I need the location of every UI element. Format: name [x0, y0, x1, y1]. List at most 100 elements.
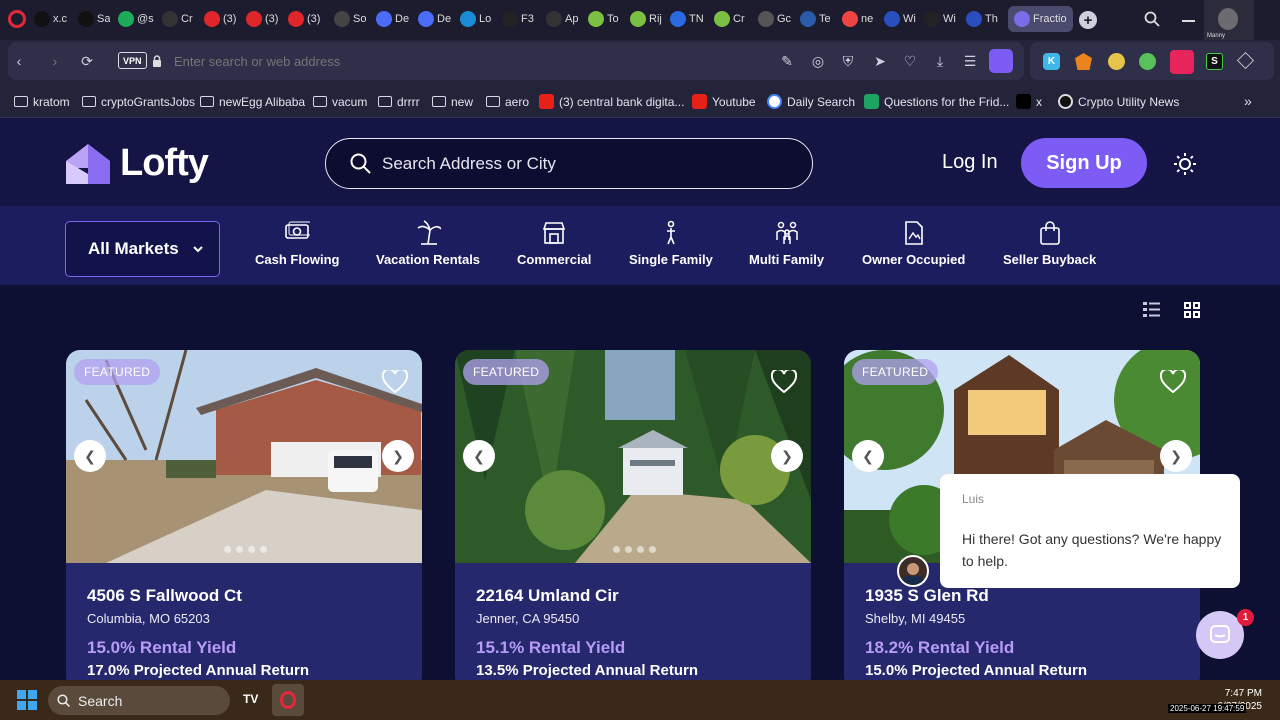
property-photo[interactable]: FEATURED ❮ ❯ — [66, 350, 422, 563]
camera-icon[interactable]: ◎ — [809, 52, 827, 70]
browser-tab[interactable]: @s — [118, 8, 154, 30]
download-icon[interactable]: ⤓ — [931, 52, 949, 70]
cube-extension-icon[interactable] — [1237, 52, 1254, 69]
next-photo-button[interactable]: ❯ — [1160, 440, 1192, 472]
browser-tab[interactable]: (3) — [288, 8, 320, 30]
browser-tab[interactable]: To — [588, 8, 619, 30]
browser-tab[interactable]: Cr — [162, 8, 193, 30]
address-search-box[interactable] — [325, 138, 813, 189]
bookmark-item[interactable]: aero — [486, 93, 529, 110]
bookmark-item[interactable]: newEgg Alibaba — [200, 93, 305, 110]
opera-taskbar-icon[interactable] — [272, 684, 304, 716]
browser-tab[interactable]: x.c — [34, 8, 67, 30]
site-logo-text[interactable]: Lofty — [120, 142, 209, 185]
address-input[interactable] — [174, 51, 734, 71]
browser-tab[interactable]: Fractio — [1008, 6, 1073, 32]
listing-address[interactable]: 1935 S Glen Rd — [865, 586, 989, 606]
browser-tab[interactable]: Ap — [546, 8, 578, 30]
send-icon[interactable]: ➤ — [871, 52, 889, 70]
metamask-icon[interactable] — [1075, 53, 1092, 70]
browser-tab[interactable]: Gc — [758, 8, 791, 30]
property-photo[interactable]: FEATURED ❮ ❯ — [455, 350, 811, 563]
heart-icon[interactable]: ♡ — [901, 52, 919, 70]
browser-tab[interactable]: Wi — [884, 8, 916, 30]
browser-tab[interactable]: De — [376, 8, 409, 30]
wallet-extension-icon[interactable] — [1139, 53, 1156, 70]
next-photo-button[interactable]: ❯ — [382, 440, 414, 472]
windows-start-icon[interactable] — [17, 690, 37, 710]
new-tab-button[interactable]: + — [1079, 11, 1097, 29]
category-item[interactable]: Owner Occupied — [862, 220, 965, 272]
browser-tab[interactable]: (3) — [204, 8, 236, 30]
shield-icon[interactable]: ⛨ — [839, 52, 857, 70]
category-item[interactable]: Multi Family — [749, 220, 824, 272]
browser-tab[interactable]: TN — [670, 8, 704, 30]
opera-menu-icon[interactable] — [8, 10, 26, 28]
bookmark-item[interactable]: Questions for the Frid... — [864, 93, 1009, 110]
category-item[interactable]: Seller Buyback — [1003, 220, 1096, 272]
bookmark-item[interactable]: Crypto Utility News — [1058, 93, 1179, 110]
forward-icon[interactable]: › — [46, 52, 64, 70]
next-photo-button[interactable]: ❯ — [771, 440, 803, 472]
listing-address[interactable]: 4506 S Fallwood Ct — [87, 586, 242, 606]
back-icon[interactable]: ‹ — [10, 52, 28, 70]
theme-toggle-icon[interactable] — [1173, 152, 1197, 176]
signup-button[interactable]: Sign Up — [1021, 138, 1147, 188]
category-item[interactable]: Vacation Rentals — [376, 220, 480, 272]
vpn-badge[interactable]: VPN — [118, 52, 147, 69]
bookmark-item[interactable]: Daily Search — [767, 93, 855, 110]
browser-tab[interactable]: Th — [966, 8, 998, 30]
bookmark-item[interactable]: drrrr — [378, 93, 420, 110]
tab-search-icon[interactable] — [1144, 11, 1160, 27]
favorite-heart-icon[interactable] — [771, 370, 797, 394]
favorite-heart-icon[interactable] — [1160, 370, 1186, 394]
browser-tab[interactable]: F3 — [502, 8, 534, 30]
fox-extension-icon[interactable] — [1108, 53, 1125, 70]
bookmark-item[interactable]: vacum — [313, 93, 367, 110]
s-extension-icon[interactable]: S — [1206, 53, 1223, 70]
taskbar-search[interactable]: Search — [48, 686, 230, 715]
browser-tab[interactable]: Rij — [630, 8, 662, 30]
bookmark-item[interactable]: cryptoGrantsJobs — [82, 93, 195, 110]
browser-tab[interactable]: Sa — [78, 8, 110, 30]
bookmark-item[interactable]: new — [432, 93, 473, 110]
markets-dropdown[interactable]: All Markets — [65, 221, 220, 277]
profile-avatar[interactable]: Manny — [1204, 0, 1254, 40]
edit-icon[interactable]: ✎ — [778, 52, 796, 70]
profile-icon[interactable] — [989, 49, 1013, 73]
rocket-extension-icon[interactable] — [1170, 50, 1194, 74]
category-item[interactable]: Single Family — [629, 220, 713, 272]
settings-sliders-icon[interactable]: ☰ — [961, 52, 979, 70]
browser-tab[interactable]: (3) — [246, 8, 278, 30]
bookmark-item[interactable]: x — [1016, 93, 1042, 110]
list-view-icon[interactable] — [1143, 302, 1160, 317]
browser-tab[interactable]: Te — [800, 8, 831, 30]
category-item[interactable]: Cash Flowing — [255, 220, 340, 272]
grid-view-icon[interactable] — [1184, 302, 1200, 318]
bookmark-item[interactable]: (3) central bank digita... — [539, 93, 684, 110]
browser-tab[interactable]: Cr — [714, 8, 745, 30]
category-item[interactable]: Commercial — [517, 220, 591, 272]
reload-icon[interactable]: ⟳ — [78, 52, 96, 70]
tradingview-icon[interactable]: TV — [243, 692, 261, 707]
browser-tab[interactable]: Wi — [924, 8, 956, 30]
k-extension-icon[interactable]: K — [1043, 53, 1060, 70]
browser-tab[interactable]: De — [418, 8, 451, 30]
browser-tab[interactable]: So — [334, 8, 366, 30]
browser-tab[interactable]: ne — [842, 8, 873, 30]
listing-card[interactable]: FEATURED ❮ ❯ 4506 S Fallwood Ct Columbia… — [66, 350, 422, 680]
favorite-heart-icon[interactable] — [382, 370, 408, 394]
login-link[interactable]: Log In — [942, 151, 998, 174]
more-bookmarks-icon[interactable]: » — [1244, 93, 1252, 109]
listing-address[interactable]: 22164 Umland Cir — [476, 586, 619, 606]
bookmark-item[interactable]: Youtube — [692, 93, 756, 110]
lofty-logo-icon[interactable] — [66, 144, 110, 184]
search-input[interactable] — [382, 151, 782, 177]
prev-photo-button[interactable]: ❮ — [463, 440, 495, 472]
bookmark-item[interactable]: kratom — [14, 93, 70, 110]
minimize-button[interactable] — [1182, 20, 1195, 22]
browser-tab[interactable]: Lo — [460, 8, 491, 30]
listing-card[interactable]: FEATURED ❮ ❯ 22164 Umland Cir Jenner, CA… — [455, 350, 811, 680]
chat-popup[interactable]: Luis Hi there! Got any questions? We're … — [940, 474, 1240, 588]
prev-photo-button[interactable]: ❮ — [74, 440, 106, 472]
